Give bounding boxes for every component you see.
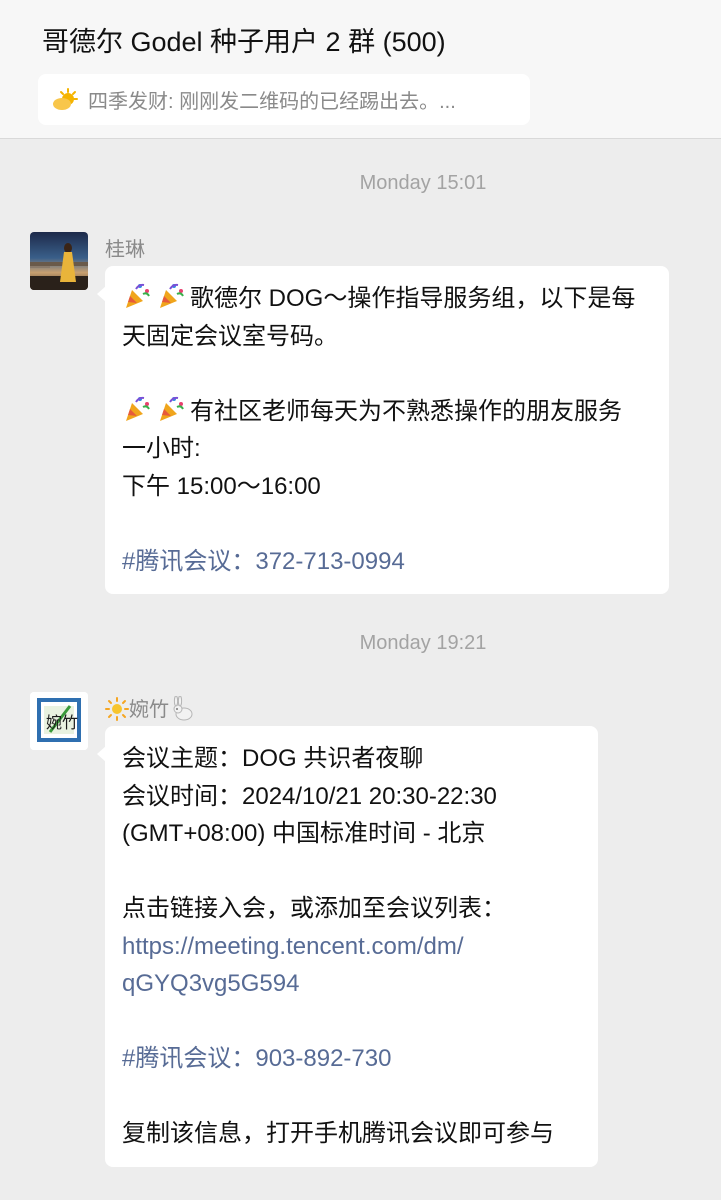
message-line: 下午 15:00～16:00 — [122, 472, 321, 500]
svg-text:婉竹: 婉竹 — [46, 713, 78, 732]
pinned-message-text: 四季发财: 刚刚发二维码的已经踢出去。... — [88, 91, 456, 113]
party-popper-icon — [156, 281, 186, 311]
avatar[interactable]: 婉竹 — [30, 692, 88, 750]
message-line: 一小时: — [122, 435, 201, 462]
message-line: 复制该信息，打开手机腾讯会议即可参与 — [122, 1120, 554, 1147]
message-timestamp: Monday 15:01 — [359, 172, 487, 194]
avatar[interactable] — [30, 232, 88, 290]
message-line — [122, 1078, 582, 1116]
pinned-message-bar[interactable]: 四季发财: 刚刚发二维码的已经踢出去。... — [38, 74, 530, 125]
chat-title[interactable]: 哥德尔 Godel 种子用户 2 群 (500) — [42, 24, 446, 60]
message-bubble[interactable]: 会议主题：DOG 共识者夜聊 会议时间：2024/10/21 20:30-22:… — [97, 726, 598, 1167]
message-line — [122, 505, 653, 543]
message-timestamp: Monday 19:21 — [359, 632, 487, 654]
party-popper-icon — [122, 281, 152, 311]
sun-icon — [105, 697, 129, 721]
message-line: (GMT+08:00) 中国标准时间 - 北京 — [122, 820, 486, 847]
message-line — [122, 1003, 582, 1041]
meeting-url-link[interactable]: https://meeting.tencent.com/dm/ — [122, 928, 582, 966]
message-line: 天固定会议室号码。 — [122, 322, 338, 350]
meeting-url-link[interactable]: qGYQ3vg5G594 — [122, 965, 582, 1003]
message-bubble[interactable]: 歌德尔 DOG～操作指导服务组，以下是每 天固定会议室号码。 有社区老师每天为不… — [97, 266, 669, 594]
sender-name: 婉竹 — [105, 693, 195, 722]
chat-header: 哥德尔 Godel 种子用户 2 群 (500) 四季发财: 刚刚发二维码的已经… — [0, 0, 721, 139]
rabbit-icon — [169, 695, 195, 721]
party-popper-icon — [156, 394, 186, 424]
message-line: 有社区老师每天为不熟悉操作的朋友服务 — [122, 393, 653, 431]
sun-cloud-icon — [52, 87, 78, 113]
meeting-id-link[interactable]: #腾讯会议：903-892-730 — [122, 1040, 582, 1078]
sender-name: 桂琳 — [105, 239, 145, 261]
party-popper-icon — [122, 394, 152, 424]
message-line — [122, 853, 582, 891]
meeting-id-link[interactable]: #腾讯会议：372-713-0994 — [122, 543, 653, 581]
message-line: 会议时间：2024/10/21 20:30-22:30 — [122, 782, 497, 810]
message-line: 歌德尔 DOG～操作指导服务组，以下是每 — [122, 280, 653, 318]
message-line: 点击链接入会，或添加至会议列表： — [122, 895, 506, 922]
message-line: 会议主题：DOG 共识者夜聊 — [122, 745, 424, 772]
message-line — [122, 355, 653, 393]
